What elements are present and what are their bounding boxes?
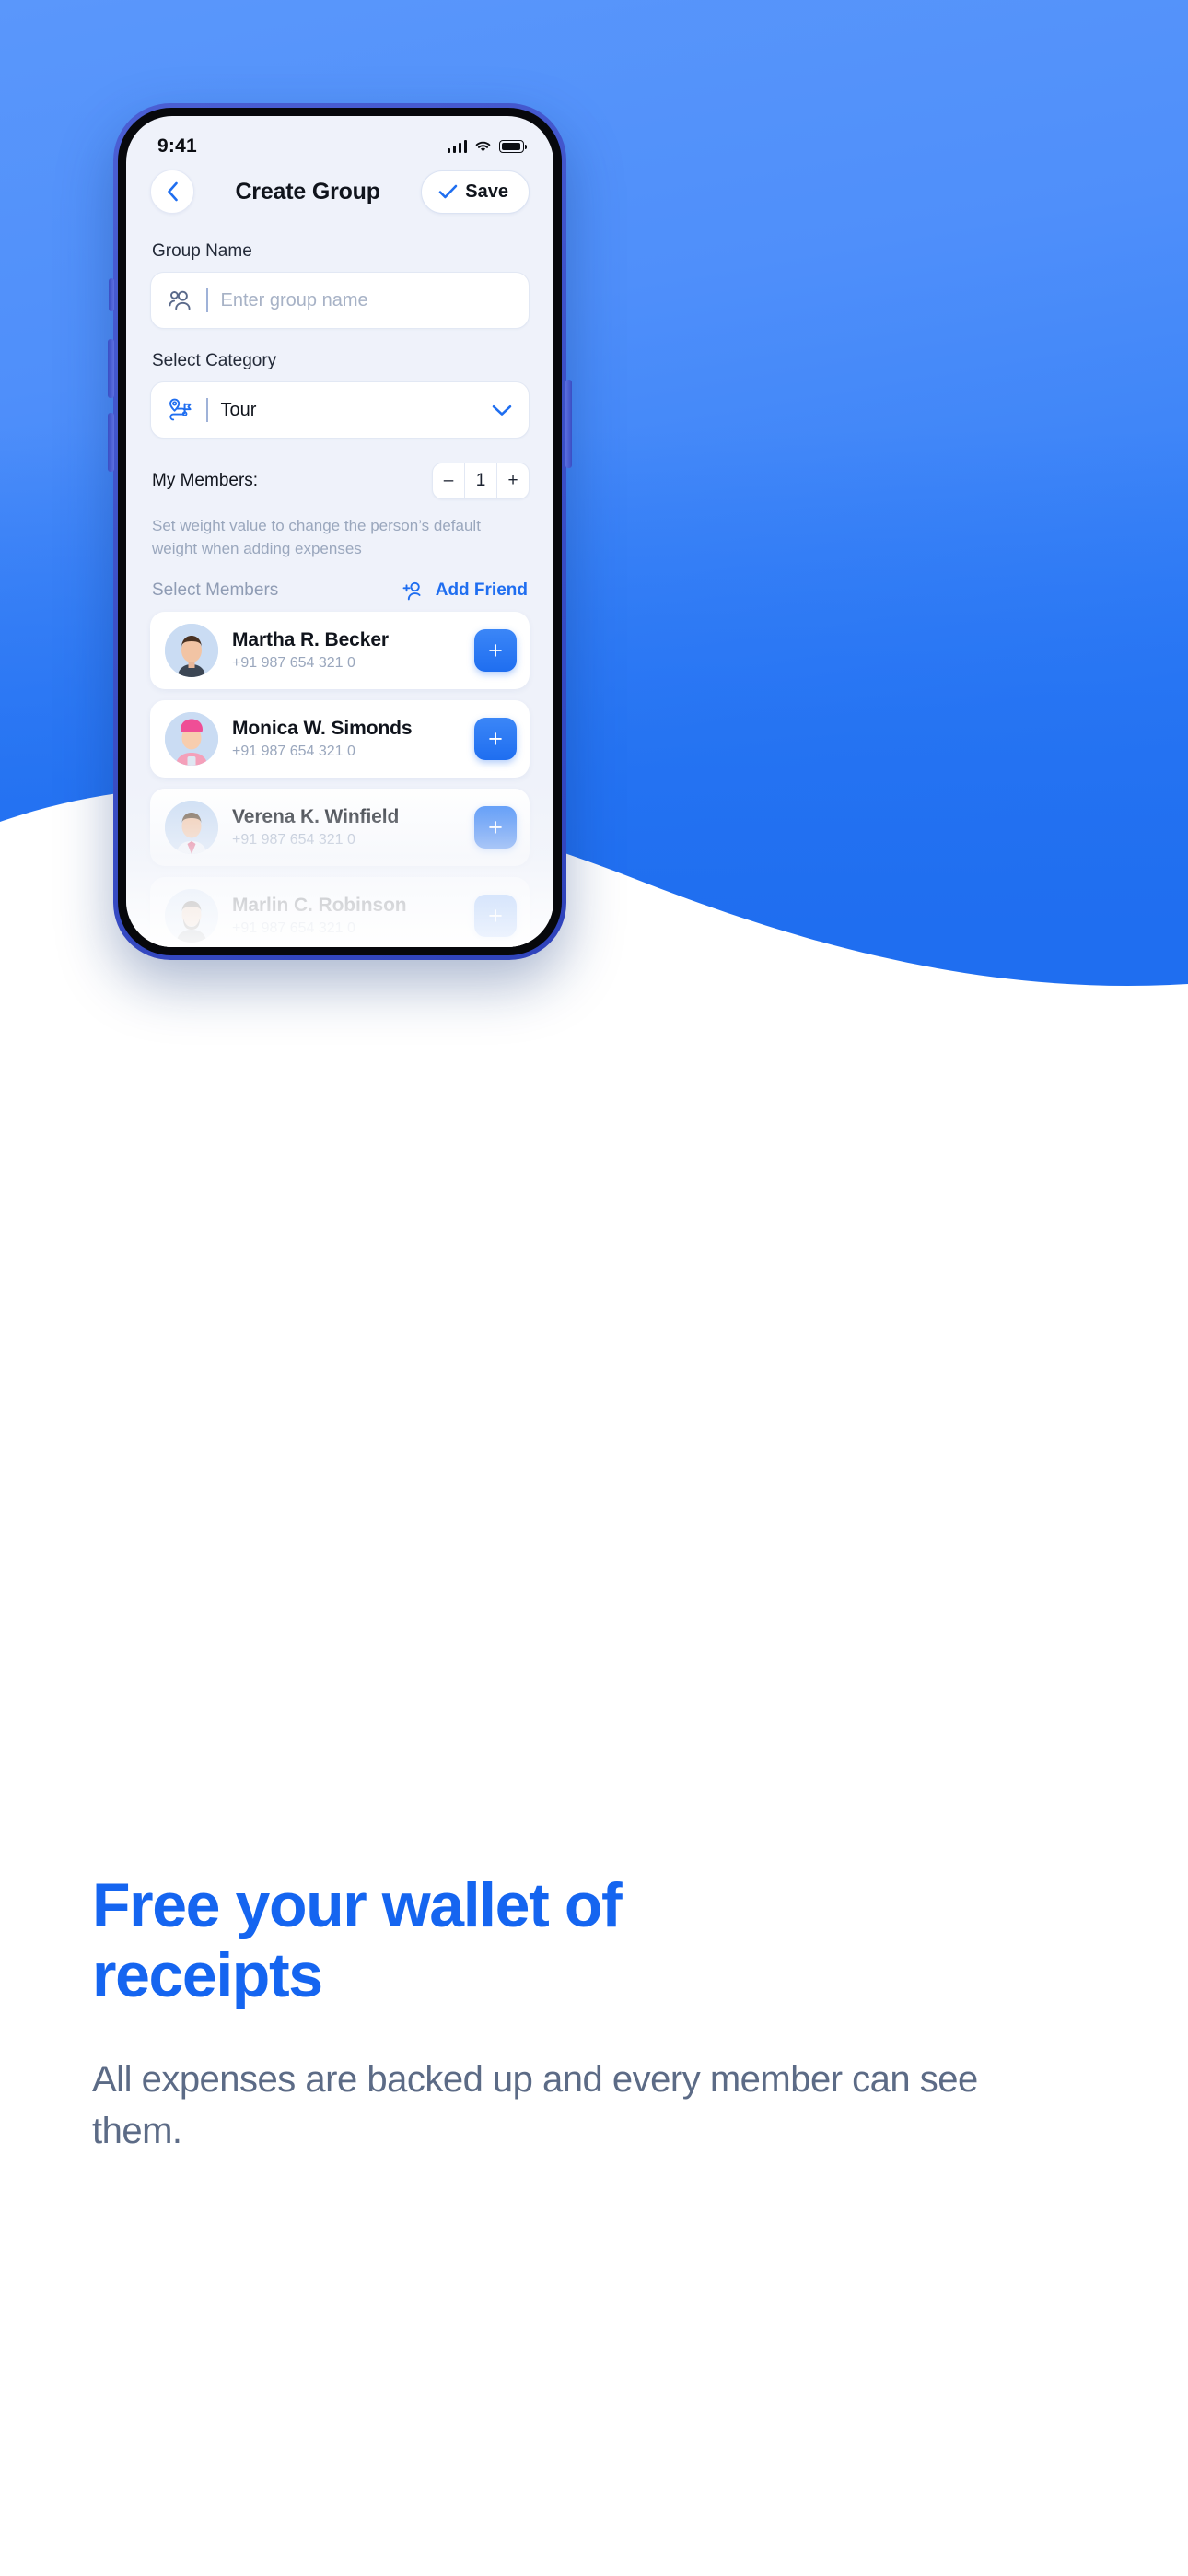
phone-mute-switch xyxy=(109,278,114,311)
contact-phone: +91 987 654 321 0 xyxy=(232,832,355,849)
list-item[interactable]: Monica W. Simonds +91 987 654 321 0 + xyxy=(150,700,530,779)
group-name-placeholder: Enter group name xyxy=(220,289,368,310)
wifi-icon xyxy=(475,141,491,152)
group-name-label: Group Name xyxy=(152,241,252,261)
status-icons xyxy=(447,140,528,153)
list-item[interactable]: Martha R. Becker +91 987 654 321 0 + xyxy=(150,612,530,690)
contact-info: Verena K. Winfield +91 987 654 321 0 xyxy=(232,806,460,849)
add-member-button[interactable]: + xyxy=(474,895,517,938)
add-member-button[interactable]: + xyxy=(474,718,517,761)
phone-mockup: 9:41 Create Group Save Group Name Enter … xyxy=(108,103,572,960)
select-members-label: Select Members xyxy=(152,580,279,601)
people-icon xyxy=(168,290,193,310)
app-header: Create Group Save xyxy=(126,160,553,219)
chevron-left-icon xyxy=(167,181,178,202)
check-icon xyxy=(438,184,458,199)
group-name-input[interactable]: Enter group name xyxy=(150,272,530,329)
contact-name: Martha R. Becker xyxy=(232,629,389,651)
phone-volume-up xyxy=(108,339,114,398)
add-member-button[interactable]: + xyxy=(474,629,517,673)
marketing-headline: Free your wallet of receipts xyxy=(92,1870,623,2011)
stepper-decrement-button[interactable]: – xyxy=(433,463,464,498)
select-members-row: Select Members Add Friend xyxy=(152,580,528,601)
my-members-label: My Members: xyxy=(152,471,259,490)
route-pin-icon xyxy=(168,398,193,422)
contact-name: Verena K. Winfield xyxy=(232,806,400,828)
contact-name: Marlin C. Robinson xyxy=(232,895,407,917)
avatar xyxy=(165,712,218,767)
phone-volume-down xyxy=(108,413,114,472)
contact-phone: +91 987 654 321 0 xyxy=(232,655,355,672)
save-button[interactable]: Save xyxy=(421,170,530,214)
category-select[interactable]: Tour xyxy=(150,381,530,439)
marketing-subtext: All expenses are backed up and every mem… xyxy=(92,2059,978,2151)
contact-info: Marlin C. Robinson +91 987 654 321 0 xyxy=(232,895,460,937)
phone-screen: 9:41 Create Group Save Group Name Enter … xyxy=(126,116,553,947)
weight-stepper[interactable]: – 1 + xyxy=(432,463,530,499)
avatar xyxy=(165,624,218,678)
stepper-value: 1 xyxy=(475,471,486,490)
my-members-row: My Members: – 1 + xyxy=(150,463,530,499)
add-friend-button[interactable]: Add Friend xyxy=(402,580,528,601)
page-title: Create Group xyxy=(235,178,380,205)
list-item[interactable]: Marlin C. Robinson +91 987 654 321 0 + xyxy=(150,877,530,947)
contact-name: Monica W. Simonds xyxy=(232,718,413,740)
input-divider xyxy=(206,288,208,312)
contact-list: Martha R. Becker +91 987 654 321 0 + Mon… xyxy=(150,612,530,947)
create-group-form: Group Name Enter group name Select Categ… xyxy=(126,219,553,947)
status-bar: 9:41 xyxy=(126,116,553,160)
category-value: Tour xyxy=(220,399,257,420)
status-time: 9:41 xyxy=(157,135,197,157)
cellular-signal-icon xyxy=(447,140,467,153)
contact-info: Monica W. Simonds +91 987 654 321 0 xyxy=(232,718,460,760)
contact-info: Martha R. Becker +91 987 654 321 0 xyxy=(232,629,460,672)
avatar xyxy=(165,801,218,855)
add-friend-label: Add Friend xyxy=(435,580,528,601)
contact-phone: +91 987 654 321 0 xyxy=(232,744,355,760)
input-divider xyxy=(206,398,208,422)
weight-hint-text: Set weight value to change the person’s … xyxy=(152,517,481,557)
add-member-button[interactable]: + xyxy=(474,806,517,849)
stepper-increment-button[interactable]: + xyxy=(497,463,529,498)
person-add-icon xyxy=(402,581,421,601)
back-button[interactable] xyxy=(150,170,194,214)
save-button-label: Save xyxy=(465,181,508,202)
select-category-label: Select Category xyxy=(152,351,277,370)
avatar xyxy=(165,889,218,943)
phone-power-button xyxy=(565,380,572,468)
phone-bezel: 9:41 Create Group Save Group Name Enter … xyxy=(118,108,562,955)
list-item[interactable]: Verena K. Winfield +91 987 654 321 0 + xyxy=(150,789,530,867)
marketing-copy: Free your wallet of receipts All expense… xyxy=(92,1870,1114,2157)
onboarding-screen: 9:41 Create Group Save Group Name Enter … xyxy=(0,0,1188,2576)
contact-phone: +91 987 654 321 0 xyxy=(232,920,355,937)
battery-full-icon xyxy=(499,140,528,153)
chevron-down-icon[interactable] xyxy=(492,404,512,416)
